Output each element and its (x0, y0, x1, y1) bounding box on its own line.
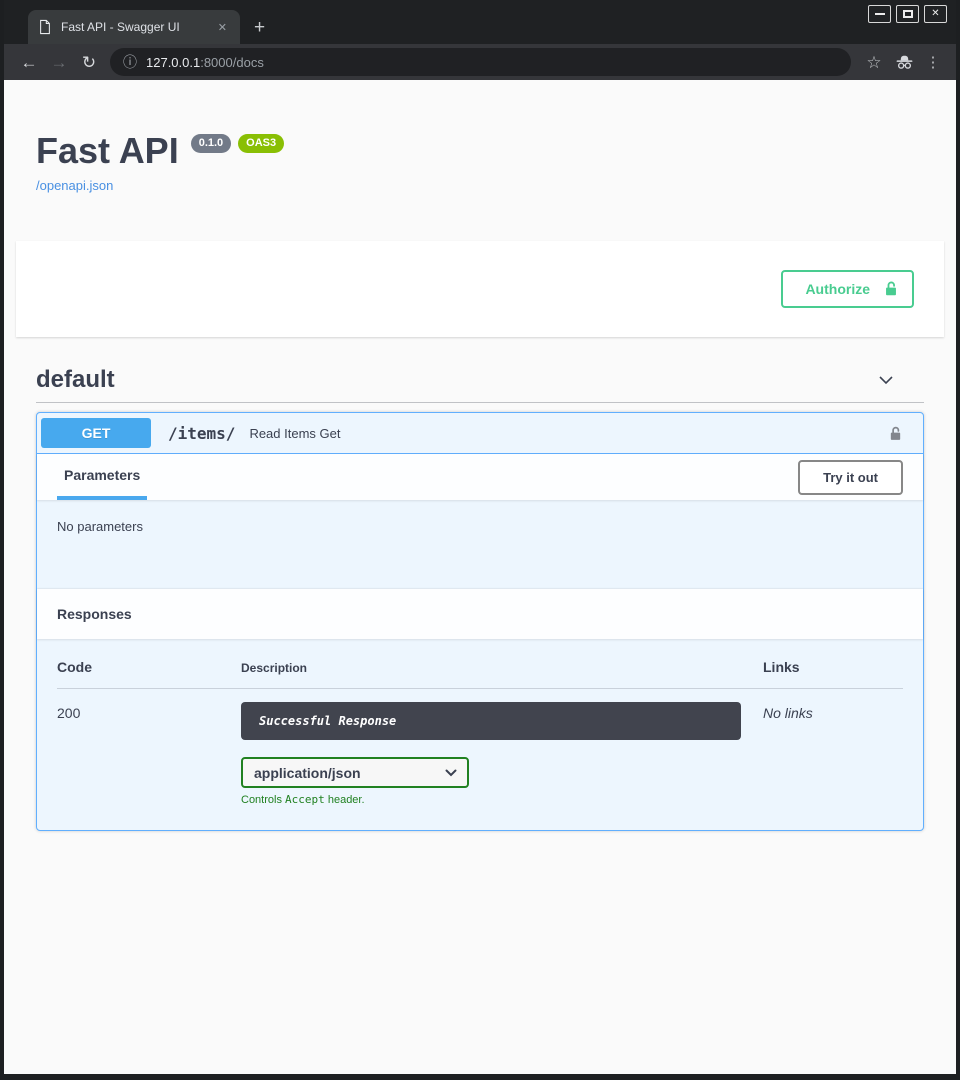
bookmark-star-icon[interactable]: ☆ (859, 54, 889, 71)
close-button[interactable]: ✕ (924, 5, 947, 23)
table-row: 200 Successful Response application/json… (57, 689, 903, 806)
lock-icon[interactable] (887, 424, 904, 443)
page-title: Fast API (36, 133, 179, 169)
column-header-links: Links (763, 659, 903, 675)
authorize-button[interactable]: Authorize (781, 270, 914, 308)
new-tab-button[interactable]: + (254, 18, 265, 37)
response-links: No links (763, 702, 903, 806)
column-header-code: Code (57, 659, 241, 675)
forward-icon[interactable]: → (44, 54, 74, 71)
nav-toolbar: ← → ↻ ⓘ 127.0.0.1 :8000/docs ☆ ⋮ (4, 44, 956, 80)
responses-table-header: Code Description Links (57, 659, 903, 689)
accept-header-hint: Controls Accept header. (241, 793, 763, 806)
menu-dots-icon[interactable]: ⋮ (920, 55, 946, 70)
authorize-button-label: Authorize (805, 282, 870, 296)
info-icon[interactable]: ⓘ (123, 52, 137, 72)
response-code: 200 (57, 702, 241, 806)
try-it-out-button[interactable]: Try it out (798, 460, 903, 495)
browser-window: Fast API - Swagger UI ✕ + ✕ ← → ↻ ⓘ 127.… (0, 0, 960, 1080)
document-icon (38, 19, 52, 35)
operation-description: Read Items Get (249, 426, 887, 441)
incognito-icon (894, 52, 915, 72)
chevron-down-icon[interactable] (876, 370, 896, 390)
tag-name: default (36, 366, 115, 394)
browser-tab[interactable]: Fast API - Swagger UI ✕ (28, 10, 240, 44)
parameters-body: No parameters (37, 500, 923, 589)
tag-section-default: default GET /items/ Read Items Get (36, 357, 924, 831)
unlock-icon (882, 280, 900, 298)
minimize-icon (875, 13, 885, 15)
opblock-get-items: GET /items/ Read Items Get Parameters Tr… (36, 412, 924, 831)
response-description-cell: Successful Response application/json Con… (241, 702, 763, 806)
tab-title: Fast API - Swagger UI (61, 20, 213, 34)
reload-icon[interactable]: ↻ (74, 54, 104, 71)
maximize-button[interactable] (896, 5, 919, 23)
responses-heading: Responses (37, 589, 923, 639)
version-badge: 0.1.0 (191, 134, 231, 153)
title-bar: Fast API - Swagger UI ✕ + ✕ (4, 0, 956, 44)
no-parameters-message: No parameters (57, 519, 143, 534)
responses-table: Code Description Links 200 Successful Re… (37, 639, 923, 830)
window-controls: ✕ (868, 5, 947, 23)
swagger-page: Fast API 0.1.0 OAS3 /openapi.json Author… (4, 80, 956, 1074)
url-path: :8000/docs (200, 55, 264, 70)
operation-path: /items/ (168, 424, 235, 443)
maximize-icon (903, 10, 913, 18)
column-header-description: Description (241, 661, 763, 675)
tab-parameters[interactable]: Parameters (57, 454, 147, 500)
back-icon[interactable]: ← (14, 54, 44, 71)
url-bar[interactable]: ⓘ 127.0.0.1 :8000/docs (110, 48, 851, 76)
tag-header[interactable]: default (36, 357, 924, 403)
operation-summary[interactable]: GET /items/ Read Items Get (37, 413, 923, 454)
parameters-header: Parameters Try it out (37, 454, 923, 500)
media-type-select[interactable]: application/json (241, 757, 469, 788)
select-chevron-icon (445, 769, 457, 777)
oas3-badge: OAS3 (238, 134, 284, 153)
media-type-selected: application/json (254, 765, 361, 781)
api-info-section: Fast API 0.1.0 OAS3 /openapi.json (4, 80, 956, 195)
url-host: 127.0.0.1 (146, 55, 200, 70)
scheme-container: Authorize (16, 241, 944, 337)
method-badge-get: GET (41, 418, 151, 448)
response-description-box: Successful Response (241, 702, 741, 740)
tab-close-icon[interactable]: ✕ (213, 19, 232, 36)
minimize-button[interactable] (868, 5, 891, 23)
openapi-spec-link[interactable]: /openapi.json (36, 178, 113, 193)
